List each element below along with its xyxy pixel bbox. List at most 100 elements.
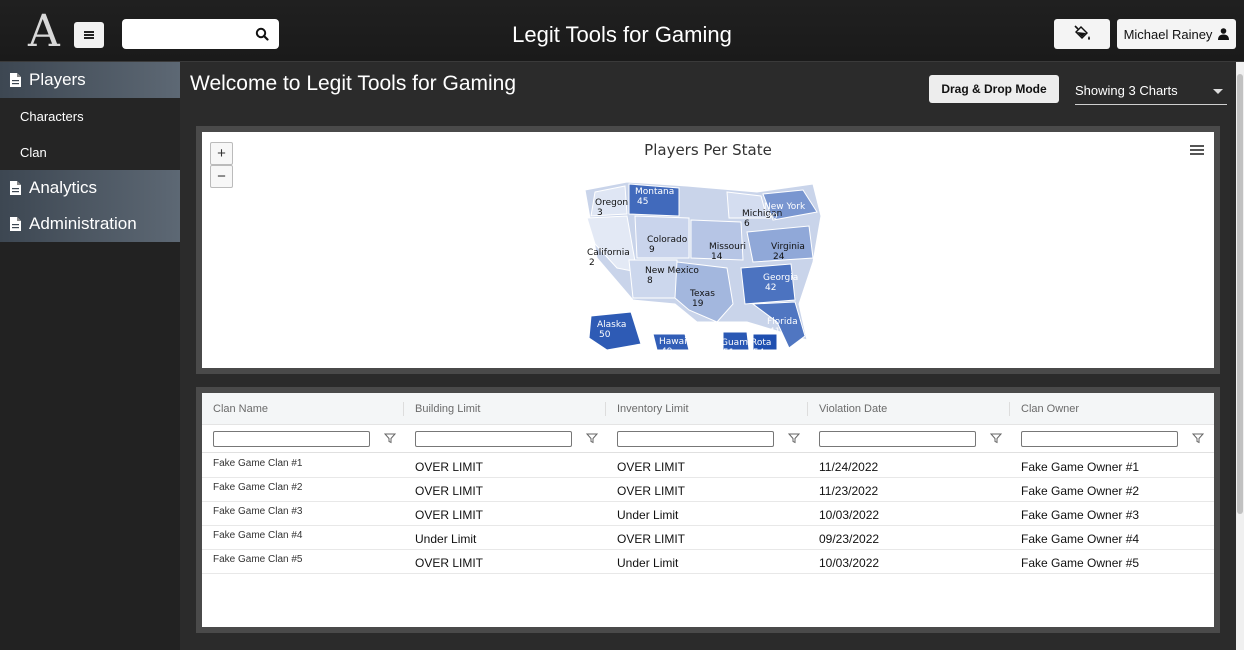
state-value-georgia: 42 [765, 283, 776, 293]
chevron-down-icon [1213, 89, 1223, 94]
state-value-missouri: 14 [711, 252, 723, 262]
table-cell: OVER LIMIT [617, 484, 686, 498]
table-cell: Under Limit [617, 508, 679, 522]
state-value-colorado: 9 [649, 245, 655, 255]
sidebar-item-administration[interactable]: Administration [0, 206, 180, 242]
state-value-florida: 41 [769, 327, 780, 337]
state-label-texas: Texas [689, 289, 715, 299]
us-map: Oregon3Montana45Michigan6New York30Calif… [584, 181, 822, 358]
table-row[interactable]: Fake Game Clan #4 Under Limit OVER LIMIT… [202, 526, 1214, 550]
search-icon[interactable] [255, 27, 269, 41]
menu-button[interactable] [74, 22, 104, 48]
sidebar-item-characters[interactable]: Characters [0, 98, 180, 134]
state-label-new-york: New York [764, 202, 806, 212]
state-value-texas: 19 [692, 299, 704, 309]
hamburger-icon[interactable] [1190, 145, 1204, 156]
app-header: A Legit Tools for Gaming Michael Rainey [0, 0, 1244, 62]
sidebar-item-label: Players [29, 70, 86, 89]
charts-count-select[interactable]: Showing 3 Charts [1075, 79, 1227, 105]
filter-input[interactable] [617, 431, 774, 447]
state-value-new-mexico: 8 [647, 276, 653, 286]
table-row[interactable]: Fake Game Clan #2 OVER LIMIT OVER LIMIT … [202, 478, 1214, 502]
state-label-georgia: Georgia [763, 273, 798, 283]
table-cell: Under Limit [617, 556, 679, 570]
table-cell: Fake Game Owner #1 [1021, 460, 1140, 474]
column-header[interactable]: Clan Name [202, 402, 268, 416]
table-row[interactable]: Fake Game Clan #1 OVER LIMIT OVER LIMIT … [202, 454, 1214, 478]
user-menu-button[interactable]: Michael Rainey [1117, 19, 1236, 49]
app-logo[interactable]: A [28, 10, 60, 54]
scrollbar-thumb[interactable] [1237, 74, 1243, 514]
filter-icon[interactable] [1192, 432, 1204, 444]
table-cell: 11/23/2022 [819, 484, 879, 498]
sidebar-item-clan[interactable]: Clan [0, 134, 180, 170]
charts-select-value: Showing 3 Charts [1075, 83, 1178, 98]
sidebar-item-analytics[interactable]: Analytics [0, 170, 180, 206]
zoom-out-button[interactable]: − [210, 165, 233, 188]
state-alaska[interactable] [588, 311, 642, 351]
state-value-california: 2 [589, 258, 595, 268]
document-icon [10, 73, 21, 87]
table-cell: 11/24/2022 [819, 460, 879, 474]
column-header[interactable]: Building Limit [403, 402, 480, 416]
filter-input[interactable] [213, 431, 370, 447]
table-cell: OVER LIMIT [617, 532, 686, 546]
state-value-virginia: 24 [773, 252, 785, 262]
table-cell: Fake Game Owner #2 [1021, 484, 1140, 498]
state-label-montana: Montana [635, 187, 674, 197]
document-icon [10, 217, 21, 231]
sidebar-item-label: Clan [20, 144, 47, 160]
state-label-rota: Rota [751, 338, 771, 348]
table-cell: Fake Game Owner #4 [1021, 532, 1140, 546]
state-label-virginia: Virginia [771, 242, 805, 252]
table-cell: OVER LIMIT [415, 460, 484, 474]
table-cell: Fake Game Clan #3 [213, 506, 303, 517]
state-label-alaska: Alaska [597, 320, 626, 330]
column-header[interactable]: Clan Owner [1009, 402, 1079, 416]
table-cell: Fake Game Clan #2 [213, 482, 303, 493]
filter-icon[interactable] [586, 432, 598, 444]
table-row[interactable]: Fake Game Clan #3 OVER LIMIT Under Limit… [202, 502, 1214, 526]
clan-table: Clan Name Building Limit Inventory Limit… [202, 393, 1214, 627]
state-label-missouri: Missouri [709, 242, 746, 252]
filter-icon[interactable] [788, 432, 800, 444]
state-value-michigan: 6 [744, 219, 750, 229]
filter-input[interactable] [1021, 431, 1178, 447]
sidebar: Players Characters Clan Analytics Admini… [0, 62, 180, 650]
page-title: Welcome to Legit Tools for Gaming [190, 72, 517, 95]
filter-input[interactable] [819, 431, 976, 447]
map-chart-panel: + − Players Per State Oregon 3 Montana 45 Mi… [196, 126, 1220, 374]
filter-input[interactable] [415, 431, 572, 447]
filter-icon[interactable] [384, 432, 396, 444]
drag-drop-mode-button[interactable]: Drag & Drop Mode [929, 75, 1059, 103]
state-value-guam: 51 [723, 348, 734, 358]
table-cell: Fake Game Clan #5 [213, 554, 303, 565]
menu-icon [84, 31, 94, 39]
search-box [122, 19, 279, 49]
state-label-florida: Florida [767, 317, 798, 327]
filter-row [202, 425, 1214, 453]
table-cell: 10/03/2022 [819, 508, 880, 522]
column-header[interactable]: Inventory Limit [605, 402, 689, 416]
sidebar-item-label: Analytics [29, 178, 98, 197]
table-row[interactable]: Fake Game Clan #5 OVER LIMIT Under Limit… [202, 550, 1214, 574]
filter-icon[interactable] [990, 432, 1002, 444]
sidebar-item-label: Administration [29, 214, 137, 233]
state-label-hawaii: Hawaii [659, 337, 689, 347]
state-value-alaska: 50 [599, 330, 611, 340]
state-label-california: California [587, 248, 630, 258]
state-value-hawaii: 49 [661, 347, 673, 357]
column-header[interactable]: Violation Date [807, 402, 887, 416]
table-cell: Fake Game Owner #5 [1021, 556, 1140, 570]
table-cell: 09/23/2022 [819, 532, 880, 546]
state-value-rota: 54 [753, 348, 765, 358]
table-cell: OVER LIMIT [617, 460, 686, 474]
paint-bucket-icon [1074, 25, 1090, 40]
theme-button[interactable] [1054, 19, 1110, 49]
page-scrollbar[interactable] [1236, 62, 1244, 650]
chart-title: Players Per State [644, 141, 772, 159]
state-label-new-mexico: New Mexico [645, 266, 699, 276]
sidebar-item-players[interactable]: Players [0, 62, 180, 98]
user-name: Michael Rainey [1123, 26, 1213, 42]
search-input[interactable] [122, 19, 242, 49]
